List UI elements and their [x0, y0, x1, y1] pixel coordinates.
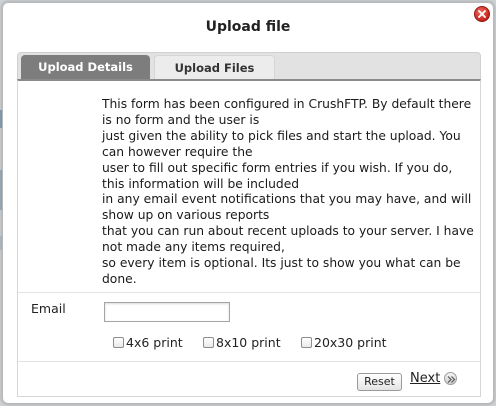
next-arrow-icon [444, 372, 458, 385]
dialog-title: Upload file [205, 19, 291, 35]
upload-details-panel: This form has been configured in CrushFT… [17, 79, 481, 397]
email-field[interactable] [104, 302, 230, 322]
tab-upload-details[interactable]: Upload Details [21, 55, 150, 80]
checkbox[interactable] [203, 337, 214, 348]
tab-bar: Upload Details Upload Files [17, 52, 481, 80]
close-button[interactable] [474, 6, 490, 22]
option-4x6-print[interactable]: 4x6 print [113, 335, 183, 350]
option-8x10-print[interactable]: 8x10 print [203, 335, 281, 350]
upload-file-dialog: Upload file Upload Details Upload Files … [2, 2, 494, 404]
option-label: 8x10 print [216, 335, 281, 350]
email-label: Email [31, 301, 66, 316]
divider [18, 292, 480, 293]
option-label: 20x30 print [314, 335, 387, 350]
checkbox[interactable] [113, 337, 124, 348]
divider [18, 361, 480, 362]
reset-button[interactable]: Reset [357, 373, 402, 391]
next-button[interactable]: Next [410, 371, 458, 386]
option-label: 4x6 print [126, 335, 183, 350]
form-description: This form has been configured in CrushFT… [102, 97, 474, 286]
option-20x30-print[interactable]: 20x30 print [301, 335, 387, 350]
close-icon [478, 10, 486, 18]
next-label: Next [410, 371, 441, 386]
checkbox[interactable] [301, 337, 312, 348]
tab-upload-files[interactable]: Upload Files [154, 55, 275, 80]
